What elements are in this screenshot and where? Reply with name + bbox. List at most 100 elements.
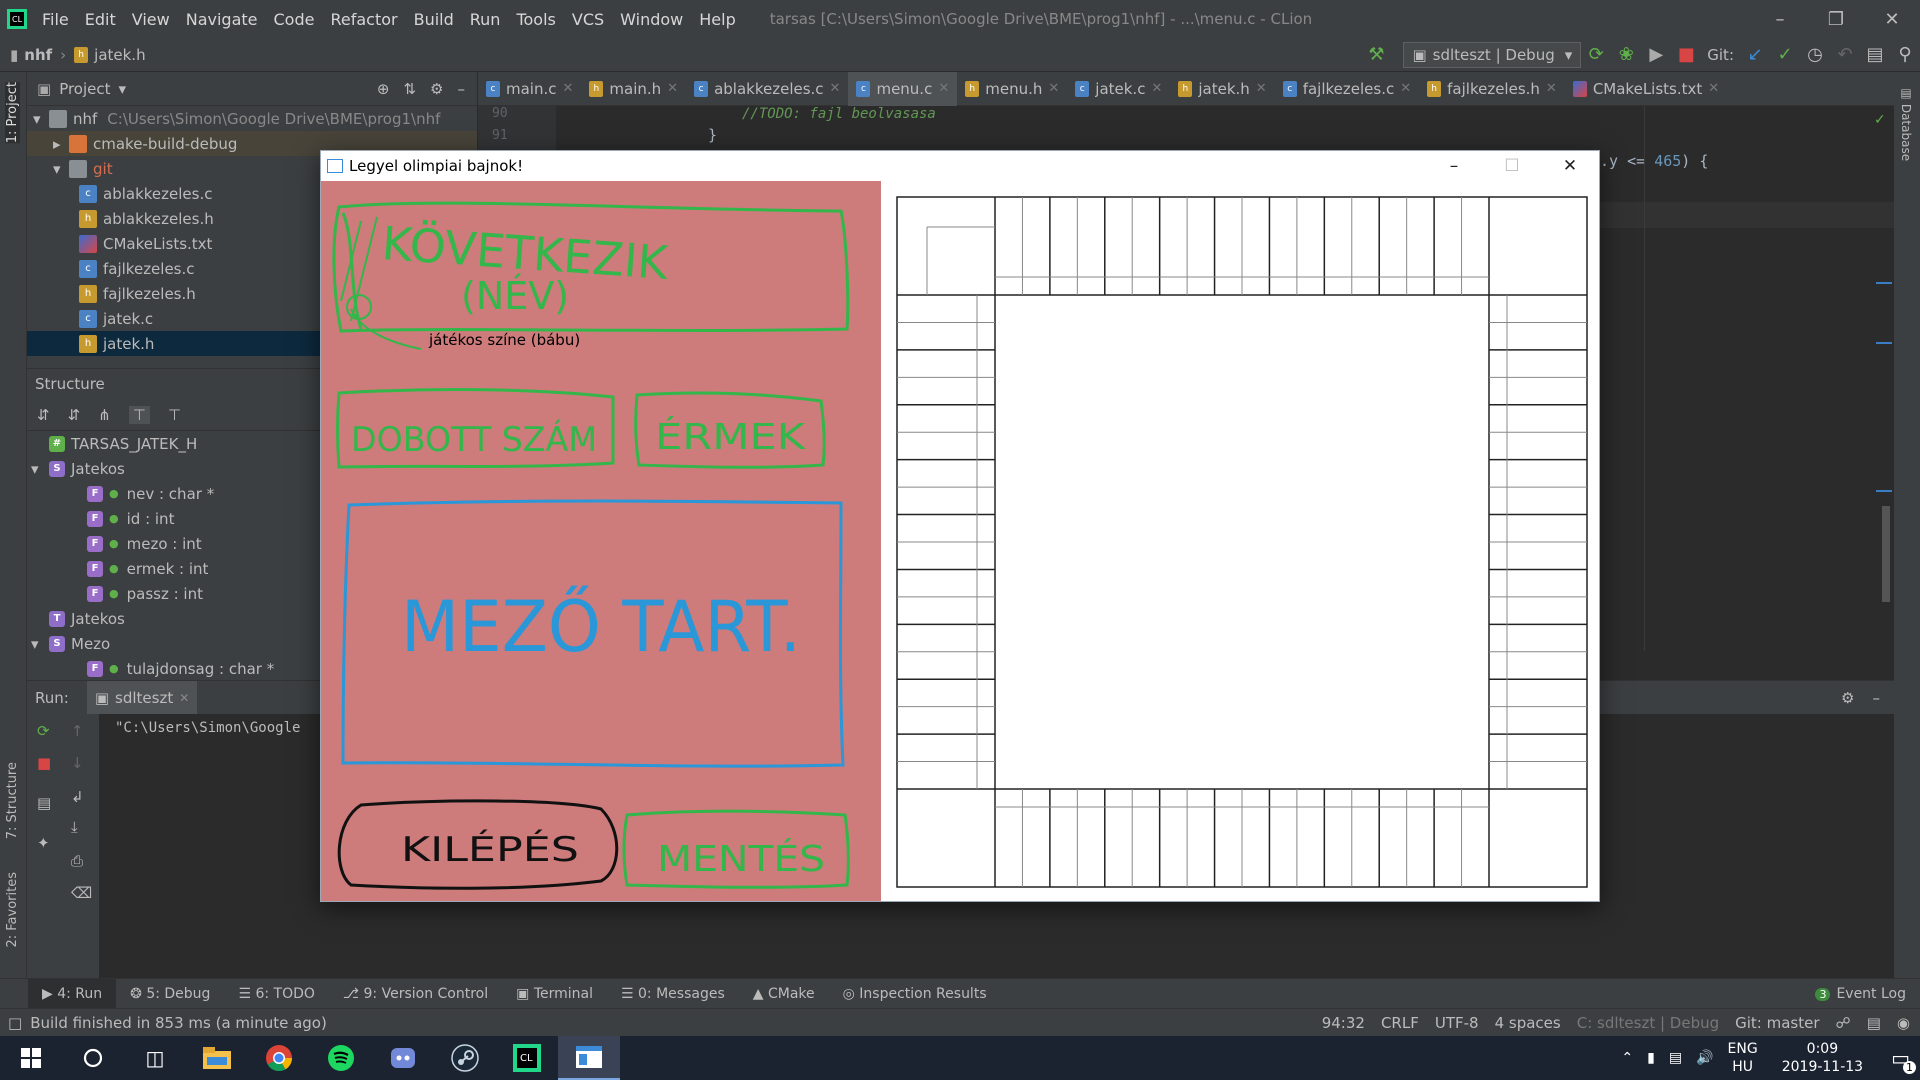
bottom-tab[interactable]: ❂ 5: Debug [116,986,224,1002]
restore-button[interactable]: ❐ [1808,0,1864,38]
revert-icon[interactable]: ↶ [1830,40,1860,70]
breadcrumb-project[interactable]: nhf [24,46,52,64]
event-log-tab[interactable]: 3 Event Log [1801,986,1920,1002]
db-icon[interactable]: ▤ [1867,1014,1881,1032]
tray-chevron-up-icon[interactable]: ⌃ [1621,1050,1633,1066]
menu-window[interactable]: Window [612,10,691,29]
sdl-maximize-button[interactable]: ☐ [1483,151,1541,181]
search-circle-icon[interactable] [62,1036,124,1080]
breadcrumb-file[interactable]: jatek.h [94,46,145,64]
menu-view[interactable]: View [124,10,178,29]
scroll-end-icon[interactable]: ⤓ [71,818,78,836]
up-arrow-icon[interactable]: ↑ [71,722,84,740]
debug-bug-icon[interactable]: ❀ [1611,40,1641,70]
rerun-icon[interactable]: ⟳ [37,722,50,740]
inspection-ok-icon[interactable]: ✓ [1874,112,1886,128]
menu-edit[interactable]: Edit [77,10,124,29]
clion-taskbar-icon[interactable]: CL [496,1036,558,1080]
close-icon[interactable]: ✕ [179,691,189,705]
sdl-close-button[interactable]: ✕ [1541,151,1599,181]
editor-tab[interactable]: c jatek.c ✕ [1067,72,1170,106]
bottom-tab[interactable]: ▣ Terminal [502,986,607,1002]
rerun-icon[interactable]: ⟳ [1581,40,1611,70]
sdl-minimize-button[interactable]: – [1425,151,1483,181]
search-icon[interactable]: ⚲ [1890,40,1920,70]
hide-icon[interactable]: – [458,80,466,98]
menu-tools[interactable]: Tools [508,10,563,29]
inherited-icon[interactable]: ⋔ [98,406,111,424]
down-arrow-icon[interactable]: ↓ [71,754,84,772]
git-commit-icon[interactable]: ✓ [1770,40,1800,70]
editor-tab[interactable]: h menu.h ✕ [957,72,1067,106]
coins-box[interactable]: ÉRMEK [634,391,826,469]
editor-tab[interactable]: h fajlkezeles.h ✕ [1419,72,1565,106]
project-panel-title[interactable]: Project [59,80,110,98]
soft-wrap-icon[interactable]: ↲ [71,788,84,806]
layout-icon[interactable]: ▤ [37,794,51,812]
editor-tab[interactable]: c ablakkezeles.c ✕ [686,72,848,106]
tab-database-vertical[interactable]: ▤ Database [1899,86,1913,161]
editor-tab[interactable]: h main.h ✕ [581,72,686,106]
close-tab-icon[interactable]: ✕ [563,81,574,96]
sort-alpha-icon[interactable]: ⇵ [37,406,50,424]
game-board[interactable] [881,181,1601,901]
close-tab-icon[interactable]: ✕ [1400,81,1411,96]
run-coverage-icon[interactable]: ▶ [1641,40,1671,70]
git-update-icon[interactable]: ↙ [1740,40,1770,70]
close-tab-icon[interactable]: ✕ [1256,81,1267,96]
dice-box[interactable]: DOBOTT SZÁM [336,388,615,469]
stop-icon[interactable]: ■ [1671,40,1701,70]
language-indicator[interactable]: ENG HU [1728,1040,1758,1076]
menu-code[interactable]: Code [266,10,323,29]
menu-build[interactable]: Build [406,10,462,29]
editor-tab[interactable]: c menu.c ✕ [848,71,958,106]
sdl-app-taskbar-icon[interactable] [558,1036,620,1080]
discord-icon[interactable] [372,1036,434,1080]
minimize-button[interactable]: – [1752,0,1808,38]
tab-project-vertical[interactable]: 1: Project [5,82,20,144]
stop-icon[interactable]: ■ [37,754,51,772]
line-separator[interactable]: CRLF [1381,1014,1419,1032]
notification-center[interactable]: ▭ 1 [1891,1046,1916,1074]
close-tab-icon[interactable]: ✕ [1151,81,1162,96]
sort-visibility-icon[interactable]: ⇵ [68,406,81,424]
tree-item[interactable]: ▾ nhf C:\Users\Simon\Google Drive\BME\pr… [27,106,477,131]
bottom-tab[interactable]: ▶ 4: Run [28,978,117,1009]
print-icon[interactable]: ⎙ [71,852,83,870]
history-icon[interactable]: ◷ [1800,40,1830,70]
inspector-icon[interactable]: ◉ [1897,1014,1910,1032]
exit-button[interactable]: KILÉPÉS [337,799,619,890]
menu-file[interactable]: File [34,10,77,29]
save-button[interactable]: MENTÉS [622,809,850,889]
editor-tab[interactable]: c fajlkezeles.c ✕ [1275,72,1419,106]
run-config-select[interactable]: ▣ sdlteszt | Debug ▾ [1403,41,1582,68]
editor-tab[interactable]: c main.c ✕ [478,72,581,106]
locate-icon[interactable]: ⊕ [377,80,390,98]
volume-icon[interactable]: 🔊 [1696,1050,1713,1066]
close-tab-icon[interactable]: ✕ [667,81,678,96]
steam-icon[interactable] [434,1036,496,1080]
close-tab-icon[interactable]: ✕ [1048,81,1059,96]
clock[interactable]: 0:09 2019-11-13 [1782,1040,1863,1076]
close-tab-icon[interactable]: ✕ [938,81,949,96]
bottom-tab[interactable]: ☰ 6: TODO [224,986,328,1002]
menu-navigate[interactable]: Navigate [178,10,266,29]
network-icon[interactable]: ▤ [1669,1050,1682,1066]
pin-icon[interactable]: ✦ [37,834,50,852]
collapse-icon[interactable]: ⇅ [403,80,416,98]
file-explorer-icon[interactable] [186,1036,248,1080]
show-fields-icon[interactable]: ⊤ [128,405,150,424]
build-hammer-icon[interactable]: ⚒ [1361,40,1391,70]
tab-favorites-vertical[interactable]: 2: Favorites [5,872,20,948]
autoscroll-icon[interactable]: ⊤ [168,406,181,424]
run-tab-sdlteszt[interactable]: ▣ sdlteszt ✕ [86,680,198,715]
bottom-tab[interactable]: ⎇ 9: Version Control [329,986,502,1002]
lock-icon[interactable]: ☍ [1836,1014,1851,1032]
editor-tab[interactable]: h jatek.h ✕ [1170,72,1274,106]
bottom-tab[interactable]: ☰ 0: Messages [607,986,739,1002]
trash-icon[interactable]: ⌫ [71,884,92,902]
file-encoding[interactable]: UTF-8 [1435,1014,1479,1032]
battery-icon[interactable]: ▮ [1647,1050,1655,1066]
gear-icon[interactable]: ⚙ [1841,689,1854,707]
bottom-tab[interactable]: ▲ CMake [739,986,829,1002]
